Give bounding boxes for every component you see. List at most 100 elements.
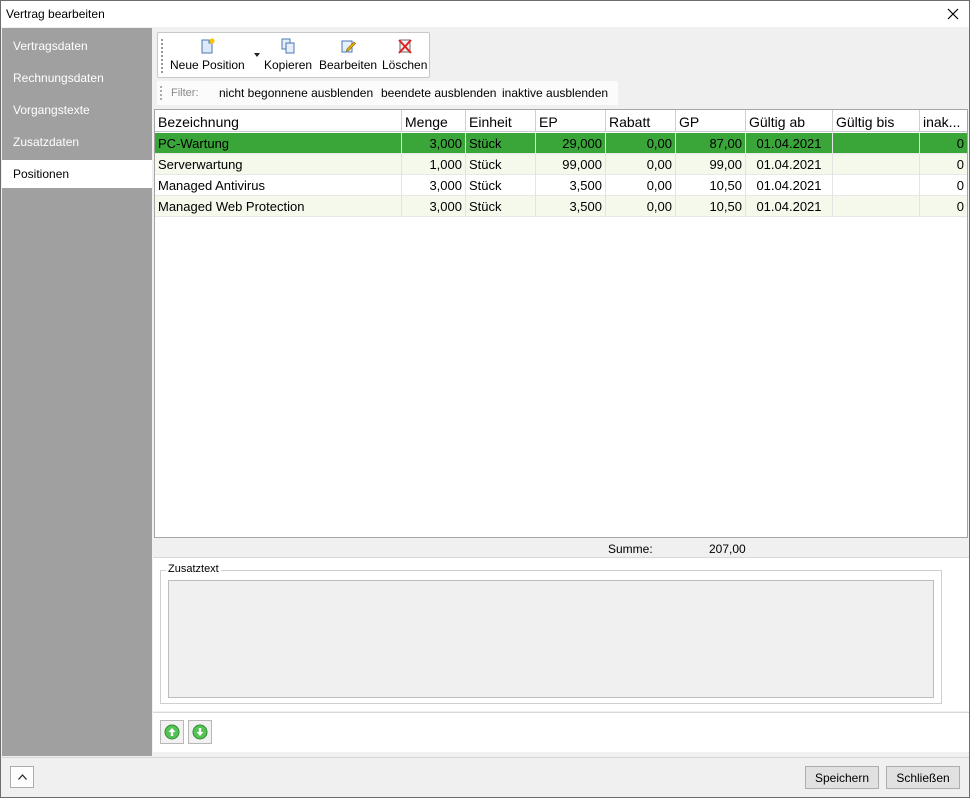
cell-rabatt: 0,00 [606,154,676,175]
sidebar-item-vorgangstexte[interactable]: Vorgangstexte [2,96,152,124]
cell-menge: 3,000 [402,196,466,217]
toolbar: Neue Position Kopieren Bearbeiten Lösche… [157,32,430,78]
bearbeiten-button[interactable]: Bearbeiten [319,37,377,75]
cell-gueltig-bis [833,196,920,217]
positionen-panel: Neue Position Kopieren Bearbeiten Lösche… [153,29,969,755]
cell-inaktiv: 0 [920,133,967,154]
table-row[interactable]: Managed Web Protection 3,000 Stück 3,500… [155,196,967,217]
copy-icon [281,38,295,54]
move-up-button[interactable] [160,720,184,744]
cell-gp: 99,00 [676,154,746,175]
cell-rabatt: 0,00 [606,196,676,217]
cell-einheit: Stück [466,133,536,154]
toolbar-grip [161,39,163,73]
chevron-up-icon [17,774,27,780]
move-down-button[interactable] [188,720,212,744]
kopieren-button[interactable]: Kopieren [264,37,312,75]
bearbeiten-label: Bearbeiten [319,58,378,72]
positions-table: Bezeichnung Menge Einheit EP Rabatt GP G… [154,109,968,538]
column-header-ep[interactable]: EP [536,110,606,132]
dialog-footer: Speichern Schließen [2,757,969,797]
cell-ep: 99,000 [536,154,606,175]
zusatztext-panel: Zusatztext [153,557,969,711]
summe-label: Summe: [608,542,653,556]
cell-bezeichnung: PC-Wartung [155,133,402,154]
cell-gueltig-ab: 01.04.2021 [746,154,833,175]
cell-einheit: Stück [466,196,536,217]
cell-menge: 3,000 [402,175,466,196]
title-bar: Vertrag bearbeiten [1,1,969,27]
arrow-up-icon [164,724,180,740]
edit-icon [341,40,357,53]
sidebar-item-rechnungsdaten[interactable]: Rechnungsdaten [2,64,152,92]
neue-position-label: Neue Position [170,58,245,72]
cell-gp: 10,50 [676,196,746,217]
filter-inaktive[interactable]: inaktive ausblenden [502,86,608,100]
cell-gueltig-ab: 01.04.2021 [746,133,833,154]
filter-bar: Filter: nicht begonnene ausblenden beend… [157,81,618,105]
sidebar-item-positionen[interactable]: Positionen [2,160,152,188]
filter-beendete[interactable]: beendete ausblenden [381,86,496,100]
schliessen-button[interactable]: Schließen [886,766,960,789]
arrow-down-icon [192,724,208,740]
column-header-einheit[interactable]: Einheit [466,110,536,132]
cell-ep: 29,000 [536,133,606,154]
cell-inaktiv: 0 [920,175,967,196]
cell-gp: 10,50 [676,175,746,196]
cell-bezeichnung: Managed Web Protection [155,196,402,217]
column-header-menge[interactable]: Menge [402,110,466,132]
cell-ep: 3,500 [536,196,606,217]
cell-ep: 3,500 [536,175,606,196]
sidebar-item-zusatzdaten[interactable]: Zusatzdaten [2,128,152,156]
speichern-button[interactable]: Speichern [805,766,879,789]
column-header-bezeichnung[interactable]: Bezeichnung [155,110,402,132]
close-icon [947,8,959,20]
cell-gueltig-ab: 01.04.2021 [746,196,833,217]
dialog-window: Vertrag bearbeiten Vertragsdaten Rechnun… [0,0,970,798]
column-header-gueltig-bis[interactable]: Gültig bis [833,110,920,132]
zusatztext-legend: Zusatztext [166,563,221,575]
column-header-inaktiv[interactable]: inak... [920,110,967,132]
cell-menge: 3,000 [402,133,466,154]
sidebar-nav: Vertragsdaten Rechnungsdaten Vorgangstex… [2,28,152,756]
filter-grip [160,86,162,100]
zusatztext-group: Zusatztext [160,563,942,704]
cell-bezeichnung: Managed Antivirus [155,175,402,196]
summe-value: 207,00 [709,542,746,556]
column-header-gueltig-ab[interactable]: Gültig ab [746,110,833,132]
cell-rabatt: 0,00 [606,133,676,154]
kopieren-label: Kopieren [264,58,313,72]
sidebar-item-vertragsdaten[interactable]: Vertragsdaten [2,32,152,60]
collapse-button[interactable] [10,766,34,788]
move-bar [153,712,969,752]
zusatztext-field[interactable] [168,580,934,698]
cell-menge: 1,000 [402,154,466,175]
cell-gueltig-ab: 01.04.2021 [746,175,833,196]
column-header-rabatt[interactable]: Rabatt [606,110,676,132]
table-header: Bezeichnung Menge Einheit EP Rabatt GP G… [155,110,967,132]
loeschen-button[interactable]: Löschen [382,37,427,75]
filter-nicht-begonnene[interactable]: nicht begonnene ausblenden [219,86,373,100]
close-window-button[interactable] [937,1,969,27]
cell-einheit: Stück [466,175,536,196]
loeschen-label: Löschen [382,58,428,72]
neue-position-button[interactable]: Neue Position [170,37,245,75]
cell-gueltig-bis [833,175,920,196]
cell-rabatt: 0,00 [606,175,676,196]
filter-label: Filter: [171,87,199,99]
window-title: Vertrag bearbeiten [6,7,105,21]
table-row[interactable]: Serverwartung 1,000 Stück 99,000 0,00 99… [155,154,967,175]
delete-icon [397,39,412,54]
column-header-gp[interactable]: GP [676,110,746,132]
table-row[interactable]: PC-Wartung 3,000 Stück 29,000 0,00 87,00… [155,133,967,154]
cell-inaktiv: 0 [920,196,967,217]
cell-gueltig-bis [833,133,920,154]
cell-einheit: Stück [466,154,536,175]
new-document-icon [201,38,215,54]
cell-inaktiv: 0 [920,154,967,175]
neue-position-dropdown-arrow[interactable] [254,53,260,57]
cell-bezeichnung: Serverwartung [155,154,402,175]
cell-gp: 87,00 [676,133,746,154]
table-row[interactable]: Managed Antivirus 3,000 Stück 3,500 0,00… [155,175,967,196]
cell-gueltig-bis [833,154,920,175]
